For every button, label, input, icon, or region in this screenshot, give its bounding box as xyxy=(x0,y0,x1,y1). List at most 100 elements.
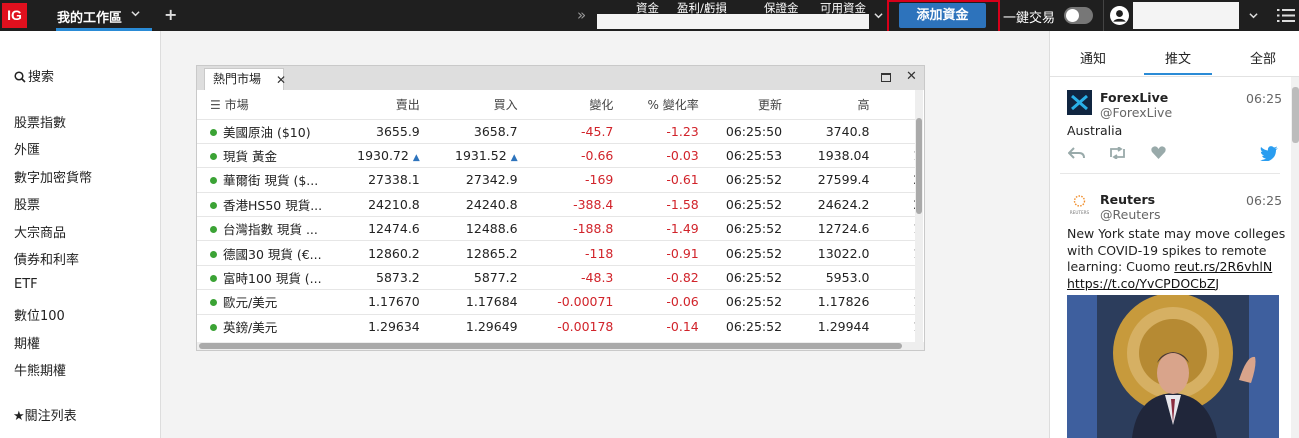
column-header-sell[interactable]: 賣出 xyxy=(332,90,420,119)
cell-buy[interactable]: 24240.8 xyxy=(419,191,518,217)
table-row[interactable]: 美國原油 ($10) 3655.9 3658.7 -45.7 -1.23 06:25:50… xyxy=(197,118,915,144)
vertical-scrollbar[interactable] xyxy=(1291,77,1299,438)
tab-notifications[interactable]: 通知 xyxy=(1080,48,1106,67)
reply-icon[interactable] xyxy=(1068,146,1085,160)
tweet-link[interactable]: reut.rs/2R6vhlN xyxy=(1174,259,1272,274)
close-panel-icon[interactable]: ✕ xyxy=(906,69,917,84)
ig-logo[interactable]: IG xyxy=(2,3,27,28)
table-row[interactable]: 台灣指數 現貨 ... 12474.6 12488.6 -188.8 -1.49 06:2… xyxy=(197,216,915,241)
cell-market[interactable]: 富時100 現貨 (... xyxy=(197,264,333,290)
horizontal-scrollbar[interactable] xyxy=(197,342,924,350)
one-click-trading-toggle[interactable] xyxy=(1064,7,1093,24)
tweet-link[interactable]: https://t.co/YvCPDOCbZJ xyxy=(1067,276,1219,291)
table-row[interactable]: 歐元/美元 1.17670 1.17684 -0.00071 -0.06 06:25:52… xyxy=(197,289,915,315)
search-icon xyxy=(14,71,26,83)
sidebar-item-bonds[interactable]: 債券和利率 xyxy=(14,249,79,268)
sidebar-item-forex[interactable]: 外匯 xyxy=(14,139,40,158)
cell-market[interactable]: 美國原油 ($10) xyxy=(197,118,333,144)
watchlist-button[interactable]: ★關注列表 xyxy=(13,405,77,424)
column-header-high[interactable]: 高 xyxy=(782,90,869,119)
scrollbar-thumb[interactable] xyxy=(916,118,922,214)
scrollbar-thumb[interactable] xyxy=(199,343,902,349)
table-row[interactable]: 現貨 黃金 1930.72 ▲ 1931.52 ▲ -0.66 -0.03 06:25:53 1… xyxy=(197,142,915,168)
column-header-updated[interactable]: 更新 xyxy=(699,90,782,119)
tweet-photo[interactable] xyxy=(1067,295,1279,438)
table-row[interactable]: 英鎊/美元 1.29634 1.29649 -0.00178 -0.14 06:25:52… xyxy=(197,313,915,339)
cell-sell[interactable]: 1.29634 xyxy=(332,313,420,339)
cell-sell[interactable]: 24210.8 xyxy=(332,191,420,217)
cell-sell[interactable]: 1.17670 xyxy=(332,289,420,315)
retweet-icon[interactable] xyxy=(1108,147,1127,159)
cell-buy[interactable]: 3658.7 xyxy=(419,118,518,144)
divider xyxy=(1060,173,1280,174)
watchlist-label: 關注列表 xyxy=(24,409,77,424)
chevron-down-icon[interactable] xyxy=(874,11,883,20)
cell-buy[interactable]: 1931.52 ▲ xyxy=(419,142,518,168)
scrollbar-thumb[interactable] xyxy=(1292,87,1299,143)
cell-market[interactable]: 台灣指數 現貨 ... xyxy=(197,216,333,241)
cell-sell[interactable]: 1930.72 ▲ xyxy=(332,142,420,168)
sidebar-item-bull-bear[interactable]: 牛熊期權 xyxy=(14,360,66,379)
cell-high: 24624.2 xyxy=(782,191,870,217)
cell-updated: 06:25:52 xyxy=(698,216,783,241)
chevron-down-icon[interactable] xyxy=(1249,11,1258,20)
cell-buy[interactable]: 1.29649 xyxy=(419,313,518,339)
column-header-market[interactable]: ☰ 市場 xyxy=(197,90,332,119)
cell-sell[interactable]: 5873.2 xyxy=(332,264,420,290)
table-row[interactable]: 富時100 現貨 (... 5873.2 5877.2 -48.3 -0.82 06:25… xyxy=(197,264,915,290)
cell-market[interactable]: 歐元/美元 xyxy=(197,289,333,315)
cell-sell[interactable]: 3655.9 xyxy=(332,118,420,144)
maximize-icon[interactable] xyxy=(881,73,891,82)
tweet-author-handle[interactable]: @ForexLive xyxy=(1100,105,1172,120)
panel-tab-title: 熱門市場 xyxy=(213,72,262,86)
sidebar-item-etf[interactable]: ETF xyxy=(14,277,38,292)
workspace-title[interactable]: 我的工作區 xyxy=(57,7,122,26)
column-header-low[interactable]: 低 xyxy=(869,90,915,119)
cell-buy[interactable]: 5877.2 xyxy=(419,264,518,290)
tweet-author-name[interactable]: ForexLive xyxy=(1100,90,1168,105)
cell-updated: 06:25:50 xyxy=(698,118,783,144)
table-row[interactable]: 香港HS50 現貨... 24210.8 24240.8 -388.4 -1.58 06:… xyxy=(197,191,915,217)
tab-tweets[interactable]: 推文 xyxy=(1165,48,1191,67)
sidebar-item-crypto[interactable]: 數字加密貨幣 xyxy=(14,167,92,186)
heart-icon[interactable] xyxy=(1151,146,1166,159)
panel-tab[interactable]: 熱門市場 ✕ xyxy=(204,68,286,91)
user-icon[interactable] xyxy=(1110,6,1129,25)
cell-buy[interactable]: 12865.2 xyxy=(419,240,518,266)
sidebar-item-indices[interactable]: 股票指數 xyxy=(14,112,66,131)
add-workspace-button[interactable]: + xyxy=(164,5,177,24)
search-button[interactable]: 搜索 xyxy=(14,66,54,85)
cell-buy[interactable]: 12488.6 xyxy=(419,216,518,241)
cell-market[interactable]: 香港HS50 現貨... xyxy=(197,191,333,217)
tab-all[interactable]: 全部 xyxy=(1250,48,1276,67)
column-header-buy[interactable]: 買入 xyxy=(420,90,518,119)
sidebar-item-digital100[interactable]: 數位100 xyxy=(14,305,65,324)
cell-market[interactable]: 華爾街 現貨 ($... xyxy=(197,167,333,193)
table-row[interactable]: 華爾街 現貨 ($... 27338.1 27342.9 -169 -0.61 06:25… xyxy=(197,167,915,193)
twitter-icon[interactable] xyxy=(1260,146,1278,161)
cell-sell[interactable]: 27338.1 xyxy=(332,167,420,193)
vertical-scrollbar[interactable] xyxy=(915,90,923,342)
sidebar-item-shares[interactable]: 股票 xyxy=(14,194,40,213)
cell-market[interactable]: 英鎊/美元 xyxy=(197,313,333,339)
cell-sell[interactable]: 12474.6 xyxy=(332,216,420,241)
add-funds-button[interactable]: 添加資金 xyxy=(899,3,986,28)
cell-market[interactable]: 德國30 現貨 (€... xyxy=(197,240,333,266)
sidebar-item-commodities[interactable]: 大宗商品 xyxy=(14,222,66,241)
column-header-pct-change[interactable]: % 變化率 xyxy=(613,90,699,119)
chevron-down-icon[interactable] xyxy=(131,9,140,18)
close-tab-icon[interactable]: ✕ xyxy=(276,70,286,91)
cell-sell[interactable]: 12860.2 xyxy=(332,240,420,266)
column-header-change[interactable]: 變化 xyxy=(518,90,613,119)
menu-list-icon[interactable] xyxy=(1277,8,1295,23)
tweet-author-name[interactable]: Reuters xyxy=(1100,192,1155,207)
tweet-author-handle[interactable]: @Reuters xyxy=(1100,207,1160,222)
user-name-redacted[interactable] xyxy=(1133,2,1239,29)
cell-market[interactable]: 現貨 黃金 xyxy=(197,142,333,168)
table-row[interactable]: 德國30 現貨 (€... 12860.2 12865.2 -118 -0.91 06:2… xyxy=(197,240,915,266)
cell-buy[interactable]: 27342.9 xyxy=(419,167,518,193)
cell-change: -169 xyxy=(517,167,614,193)
cell-buy[interactable]: 1.17684 xyxy=(419,289,518,315)
sidebar-item-options[interactable]: 期權 xyxy=(14,333,40,352)
collapse-account-button[interactable]: » xyxy=(577,6,586,24)
